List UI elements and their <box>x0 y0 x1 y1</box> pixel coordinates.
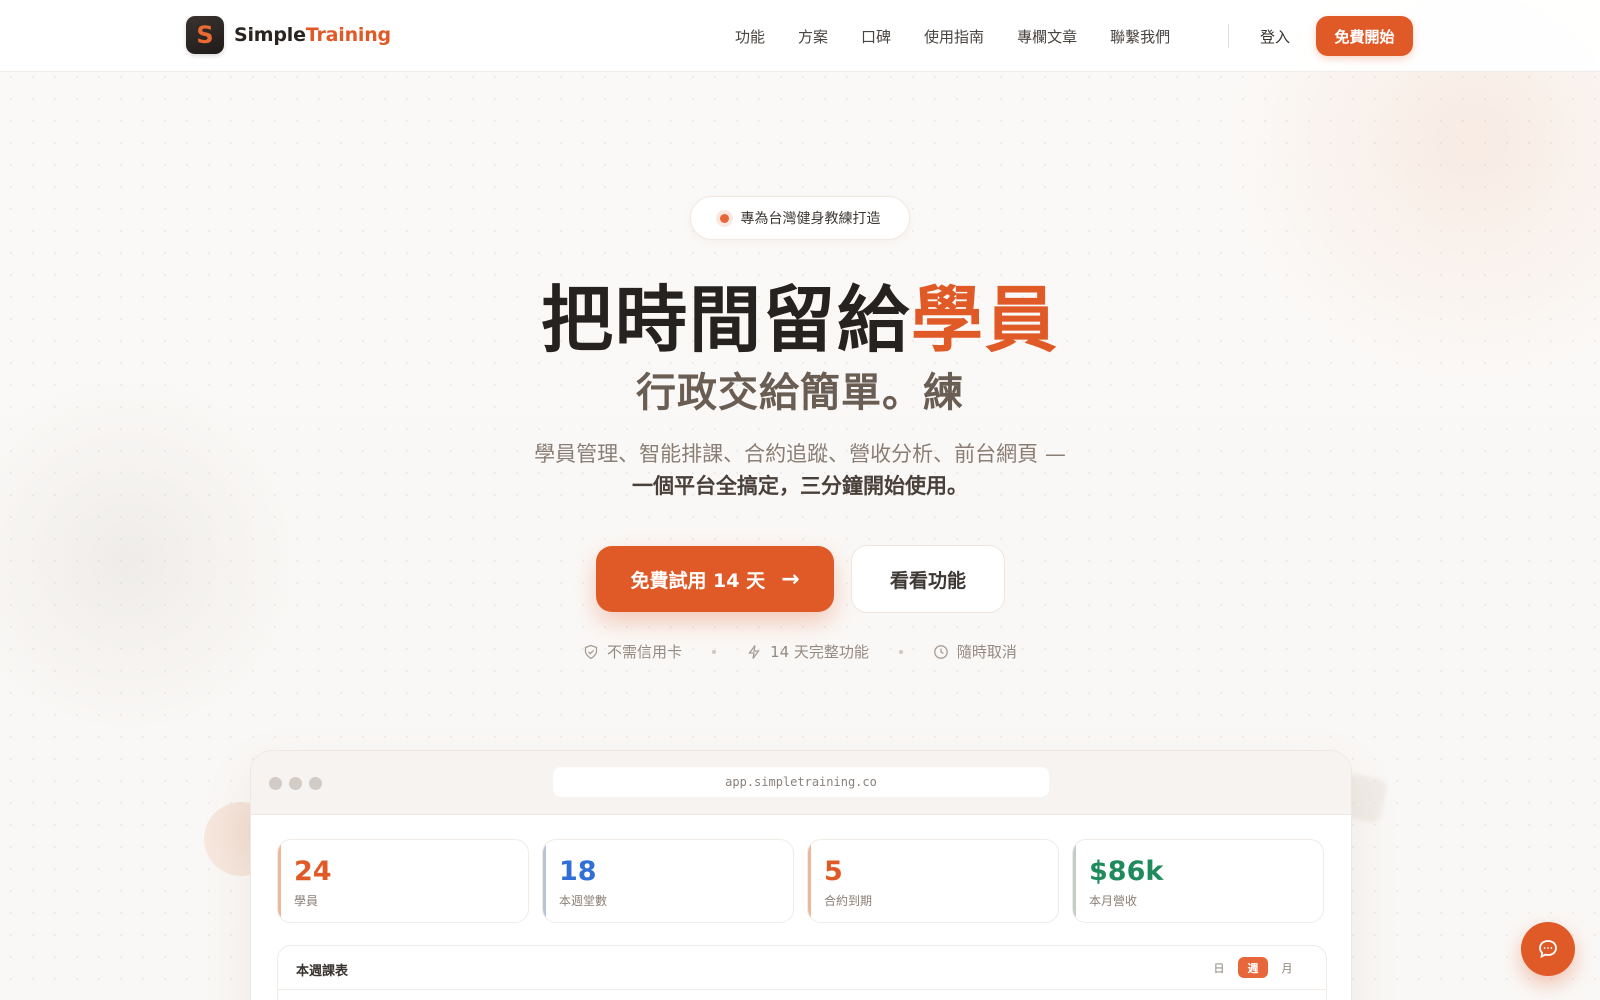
see-features-button[interactable]: 看看功能 <box>851 545 1005 613</box>
free-trial-button[interactable]: 免費試用 14 天 → <box>596 546 834 612</box>
stat-value: 24 <box>294 856 332 887</box>
lightning-icon <box>748 644 760 659</box>
stats-row: 24 學員 18 本週堂數 5 合約到期 $86k 本月營收 <box>277 839 1337 923</box>
stat-value: $86k <box>1089 856 1164 887</box>
nav-link-guide[interactable]: 使用指南 <box>924 26 984 47</box>
brand-name: SimpleTraining <box>234 24 391 46</box>
perk-label: 隨時取消 <box>956 643 1017 661</box>
logo-mark-icon: S <box>186 16 224 54</box>
stat-card-weekly-classes: 18 本週堂數 <box>542 839 794 923</box>
chat-bubble-icon <box>1539 940 1557 959</box>
nav-link-articles[interactable]: 專欄文章 <box>1017 26 1077 47</box>
schedule-title: 本週課表 <box>296 964 349 979</box>
stat-label: 合約到期 <box>824 894 873 908</box>
nav-links: 功能 方案 口碑 使用指南 專欄文章 聯繫我們 <box>735 0 1203 72</box>
nav-link-contact[interactable]: 聯繫我們 <box>1110 26 1170 47</box>
hero-title: 把時間留給學員 <box>0 272 1600 368</box>
weekly-schedule-panel: 本週課表 日 週 月 <box>277 945 1327 1000</box>
hero-badge: 專為台灣健身教練打造 <box>690 196 910 240</box>
view-tab-month[interactable]: 月 <box>1272 957 1302 978</box>
app-preview-window: app.simpletraining.co 24 學員 18 本週堂數 5 合約… <box>250 750 1352 1000</box>
view-tab-day[interactable]: 日 <box>1204 957 1234 978</box>
hero-title-main: 把時間留給 <box>540 278 911 362</box>
perk-separator <box>898 649 903 654</box>
nav-link-features[interactable]: 功能 <box>735 26 765 47</box>
address-bar: app.simpletraining.co <box>553 767 1049 797</box>
stat-label: 本月營收 <box>1089 894 1138 908</box>
schedule-view-toggle: 日 週 月 <box>1200 957 1302 978</box>
stat-card-expiring-contracts: 5 合約到期 <box>807 839 1059 923</box>
hero-description-line1: 學員管理、智能排課、合約追蹤、營收分析、前台網頁 — <box>534 442 1066 466</box>
login-link[interactable]: 登入 <box>1260 26 1290 47</box>
top-navbar: S SimpleTraining 功能 方案 口碑 使用指南 專欄文章 聯繫我們… <box>0 0 1600 72</box>
stat-card-students: 24 學員 <box>277 839 529 923</box>
perk-separator <box>712 649 717 654</box>
window-dot-minimize <box>289 777 302 790</box>
schedule-header: 本週課表 日 週 月 <box>278 946 1326 990</box>
perk-label: 14 天完整功能 <box>770 643 869 661</box>
hero-description-line2: 一個平台全搞定，三分鐘開始使用。 <box>632 474 968 498</box>
perk-label: 不需信用卡 <box>607 643 683 661</box>
brand-name-part1: Simple <box>234 24 306 46</box>
stat-value: 18 <box>559 856 597 887</box>
nav-divider <box>1228 24 1229 48</box>
badge-dot-icon <box>719 213 729 223</box>
hero-subtitle: 行政交給簡單。練 <box>636 370 964 416</box>
stat-card-monthly-revenue: $86k 本月營收 <box>1072 839 1324 923</box>
clock-icon <box>934 644 948 659</box>
logo-letter: S <box>196 21 214 49</box>
nav-link-plans[interactable]: 方案 <box>798 26 828 47</box>
stat-label: 學員 <box>294 894 319 908</box>
view-tab-week[interactable]: 週 <box>1238 957 1268 978</box>
stat-label: 本週堂數 <box>559 894 608 908</box>
chat-button[interactable] <box>1521 922 1575 976</box>
window-dot-maximize <box>309 777 322 790</box>
shield-check-icon <box>584 644 598 659</box>
badge-text: 專為台灣健身教練打造 <box>740 211 881 227</box>
hero-title-accent: 學員 <box>911 278 1060 362</box>
nav-link-reviews[interactable]: 口碑 <box>861 26 891 47</box>
stat-value: 5 <box>824 856 843 887</box>
start-free-button[interactable]: 免費開始 <box>1316 16 1413 56</box>
brand-name-part2: Training <box>305 24 391 46</box>
perk-no-card: 不需信用卡 <box>583 641 682 662</box>
brand-logo[interactable]: S SimpleTraining <box>186 16 391 54</box>
perk-cancel-anytime: 隨時取消 <box>933 641 1017 662</box>
perk-full-features: 14 天完整功能 <box>746 641 869 662</box>
arrow-right-icon: → <box>781 566 800 592</box>
browser-bar: app.simpletraining.co <box>251 751 1351 815</box>
free-trial-label: 免費試用 14 天 <box>630 569 766 592</box>
hero-perks: 不需信用卡 14 天完整功能 隨時取消 <box>0 641 1600 662</box>
window-dot-close <box>269 777 282 790</box>
